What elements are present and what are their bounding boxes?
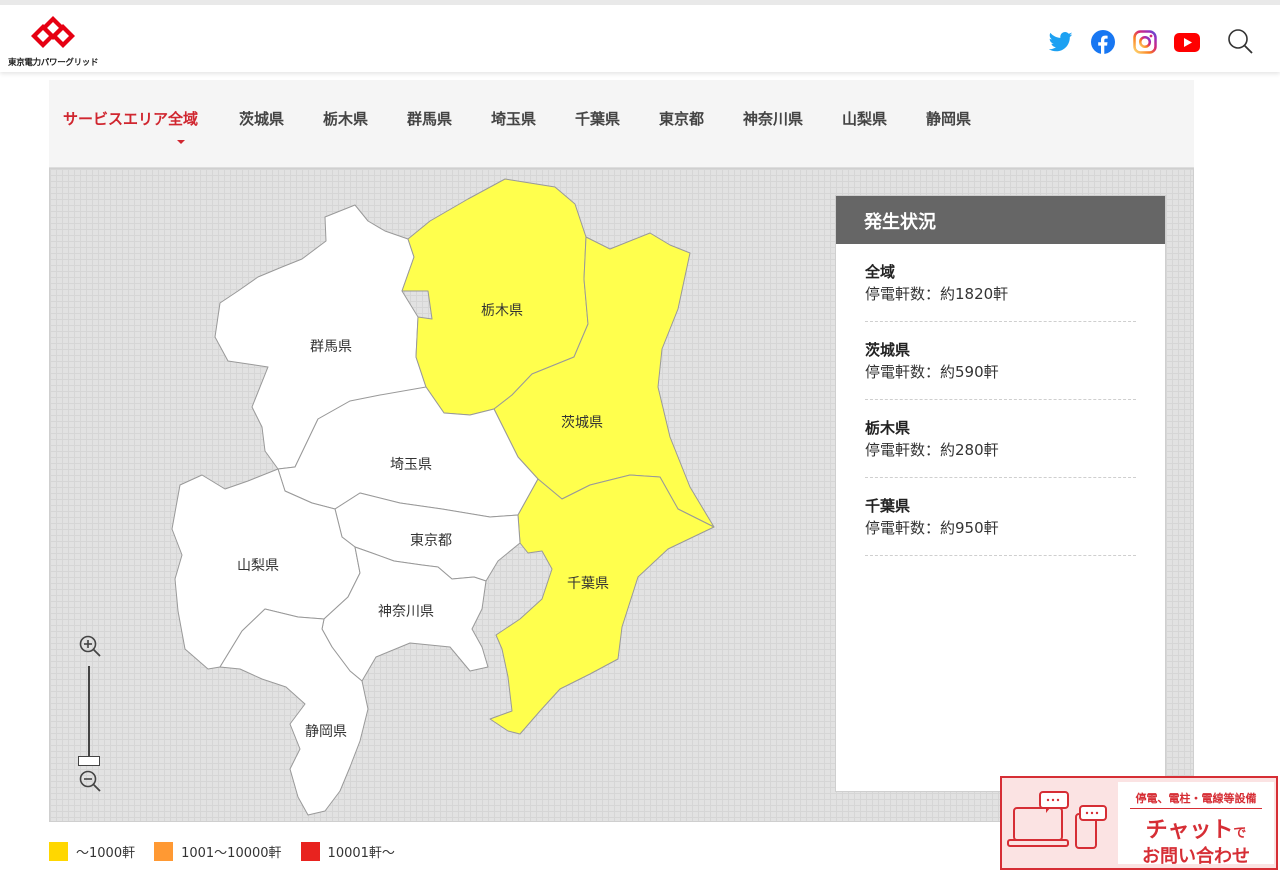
chat-devices-icon: [1007, 791, 1107, 849]
status-item-name: 栃木県: [865, 419, 911, 437]
zoom-in-icon: [79, 635, 101, 657]
zoom-out-icon: [79, 770, 101, 792]
label-kanagawa: 神奈川県: [378, 604, 434, 620]
status-item-name: 茨城県: [865, 341, 911, 359]
search-button[interactable]: [1224, 25, 1256, 57]
label-chiba: 千葉県: [567, 576, 609, 592]
tab-service-area-all[interactable]: サービスエリア全域: [63, 108, 198, 129]
label-gunma: 群馬県: [310, 339, 352, 355]
active-tab-caret-icon: [177, 140, 185, 144]
tab-tochigi[interactable]: 栃木県: [323, 108, 368, 129]
instagram-link[interactable]: [1130, 27, 1160, 57]
label-shizuoka: 静岡県: [305, 724, 347, 740]
prefecture-chiba[interactable]: [489, 474, 715, 735]
tab-tokyo[interactable]: 東京都: [659, 108, 704, 129]
logo-text: 東京電力パワーグリッド: [8, 58, 99, 68]
chat-inquiry-banner[interactable]: 停電、電柱・電線等設備 チャットで お問い合わせ: [1000, 776, 1278, 870]
legend-swatch-yellow: [49, 841, 68, 861]
status-panel-title: 発生状況: [836, 196, 1165, 244]
legend-label: 〜1000軒: [76, 845, 136, 861]
legend-label: 1001〜10000軒: [181, 845, 282, 861]
tab-yamanashi[interactable]: 山梨県: [842, 108, 887, 129]
label-saitama: 埼玉県: [390, 457, 432, 473]
status-item-ibaraki: 茨城県 停電軒数：約590軒: [865, 322, 1136, 400]
tab-shizuoka[interactable]: 静岡県: [926, 108, 971, 129]
legend-item-high: 10001軒〜: [300, 841, 395, 861]
status-item-value: 停電軒数：約1820軒: [865, 285, 1009, 303]
status-item-name: 千葉県: [865, 497, 911, 515]
search-icon: [1228, 29, 1253, 54]
chat-banner-divider: [1130, 808, 1262, 809]
tab-saitama[interactable]: 埼玉県: [491, 108, 536, 129]
facebook-icon: [1091, 30, 1115, 54]
tab-chiba[interactable]: 千葉県: [575, 108, 620, 129]
status-item-name: 全域: [865, 263, 896, 281]
legend-swatch-red: [300, 841, 320, 861]
chat-banner-main-small: で: [1233, 826, 1247, 841]
twitter-link[interactable]: [1046, 27, 1076, 57]
legend-swatch-orange: [154, 841, 174, 861]
status-item-all: 全域 停電軒数：約1820軒: [865, 244, 1136, 322]
tab-gunma[interactable]: 群馬県: [407, 108, 452, 129]
instagram-icon: [1133, 30, 1157, 54]
logo-mark-icon: [31, 16, 75, 48]
youtube-icon: [1174, 32, 1200, 52]
label-ibaraki: 茨城県: [561, 415, 603, 431]
legend-item-mid: 1001〜10000軒: [154, 841, 282, 861]
status-item-tochigi: 栃木県 停電軒数：約280軒: [865, 400, 1136, 478]
label-tochigi: 栃木県: [481, 303, 523, 319]
status-item-value: 停電軒数：約280軒: [865, 441, 999, 459]
zoom-slider-track[interactable]: [88, 666, 90, 762]
status-item-chiba: 千葉県 停電軒数：約950軒: [865, 478, 1136, 556]
outage-status-panel: 発生状況 全域 停電軒数：約1820軒 茨城県 停電軒数：約590軒 栃木県 停…: [835, 195, 1166, 792]
tab-kanagawa[interactable]: 神奈川県: [743, 108, 803, 129]
chat-banner-title: 停電、電柱・電線等設備: [1135, 792, 1257, 805]
zoom-slider-handle[interactable]: [78, 756, 100, 766]
chat-banner-text-box: 停電、電柱・電線等設備 チャットで お問い合わせ: [1118, 782, 1274, 867]
youtube-link[interactable]: [1172, 27, 1202, 57]
status-item-value: 停電軒数：約950軒: [865, 519, 999, 537]
company-logo[interactable]: 東京電力パワーグリッド: [8, 15, 100, 69]
twitter-icon: [1049, 32, 1073, 52]
zoom-out-button[interactable]: [78, 769, 102, 793]
chat-banner-main: チャットで: [1118, 812, 1274, 844]
chat-banner-main-big: チャット: [1145, 818, 1234, 843]
chat-banner-sub: お問い合わせ: [1142, 846, 1250, 867]
map-legend: 〜1000軒 1001〜10000軒 10001軒〜: [49, 841, 414, 861]
label-tokyo: 東京都: [410, 533, 452, 549]
facebook-link[interactable]: [1088, 27, 1118, 57]
zoom-in-button[interactable]: [78, 634, 102, 658]
legend-item-low: 〜1000軒: [49, 841, 136, 861]
status-item-value: 停電軒数：約590軒: [865, 363, 999, 381]
site-header: 東京電力パワーグリッド: [0, 0, 1280, 72]
legend-label: 10001軒〜: [327, 845, 395, 861]
label-yamanashi: 山梨県: [237, 558, 279, 574]
tab-ibaraki[interactable]: 茨城県: [239, 108, 284, 129]
area-tab-bar: サービスエリア全域 茨城県 栃木県 群馬県 埼玉県 千葉県 東京都 神奈川県 山…: [49, 80, 1194, 168]
